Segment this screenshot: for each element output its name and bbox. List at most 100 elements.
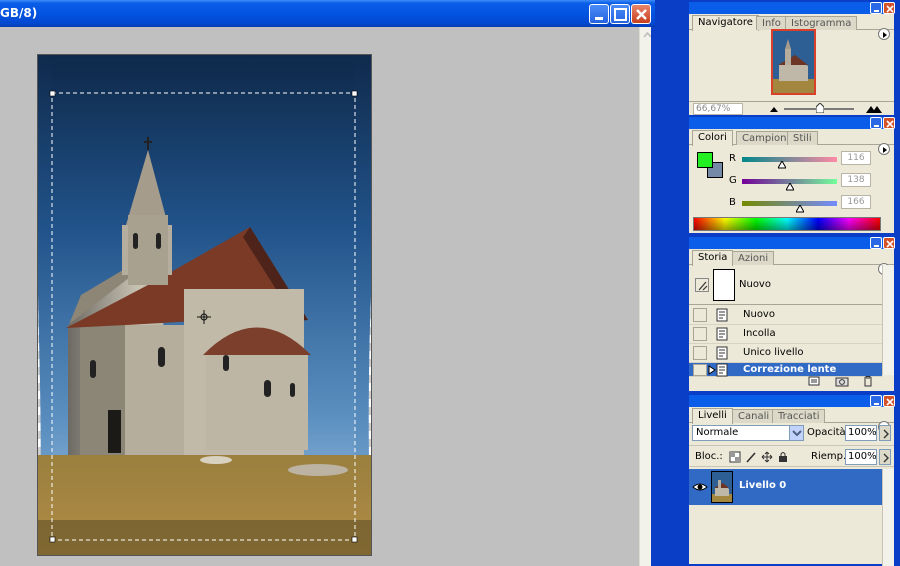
close-icon [636, 9, 647, 20]
palette-titlebar[interactable] [689, 237, 895, 249]
blue-slider-track[interactable] [742, 201, 837, 206]
zoom-field[interactable]: 66,67% [693, 103, 743, 115]
green-slider-thumb[interactable] [786, 183, 794, 191]
photo-canvas[interactable] [37, 54, 372, 556]
tab-info[interactable]: Info [756, 16, 787, 30]
tab-navigatore[interactable]: Navigatore [692, 15, 759, 31]
layer-name: Livello 0 [739, 480, 787, 491]
history-item[interactable]: Unico livello [689, 344, 882, 363]
chevron-down-icon[interactable] [789, 426, 803, 440]
history-state-icon [716, 308, 728, 322]
blend-mode-select[interactable]: Normale [692, 425, 804, 441]
minimize-icon [595, 17, 603, 20]
history-snapshot[interactable]: Nuovo [689, 265, 882, 305]
foreground-color-swatch[interactable] [697, 152, 713, 168]
document-titlebar[interactable]: GB/8) [0, 0, 655, 27]
new-snapshot-icon[interactable] [835, 375, 849, 387]
palette-minimize-button[interactable] [870, 117, 882, 129]
red-slider-track[interactable] [742, 157, 837, 162]
layer-row[interactable]: Livello 0 [689, 469, 882, 505]
church-photo [38, 55, 371, 555]
zoom-slider-handle[interactable] [816, 103, 824, 113]
red-channel-row: R 116 [689, 151, 894, 169]
channel-label: B [729, 197, 736, 208]
tab-colori[interactable]: Colori [692, 130, 733, 146]
history-palette: Storia Azioni Nuovo Nuovo Incolla Unico … [687, 235, 896, 393]
tab-storia[interactable]: Storia [692, 250, 734, 266]
red-value-field[interactable]: 116 [841, 151, 871, 165]
history-item[interactable]: Nuovo [689, 306, 882, 325]
navigator-bottom-bar: 66,67% [689, 101, 894, 115]
triangle-right-icon [883, 32, 887, 38]
channel-label: R [729, 153, 736, 164]
history-item-label: Unico livello [743, 347, 804, 358]
palette-minimize-button[interactable] [870, 237, 882, 249]
lock-pixels-brush-icon[interactable] [745, 451, 757, 463]
layers-tabs: Livelli Canali Tracciati [689, 407, 894, 433]
blue-slider-thumb[interactable] [796, 205, 804, 213]
navigator-tabs: Navigatore Info Istogramma [689, 14, 894, 40]
navigator-thumbnail[interactable] [771, 29, 816, 95]
palette-titlebar[interactable] [689, 395, 895, 407]
document-title: GB/8) [0, 6, 38, 20]
opacity-input[interactable]: 100% [845, 425, 877, 441]
tab-livelli[interactable]: Livelli [692, 408, 733, 424]
green-value-field[interactable]: 138 [841, 173, 871, 187]
history-source-box[interactable] [693, 346, 707, 360]
blend-mode-value: Normale [696, 427, 739, 438]
color-tabs: Colori Campioni Stili [689, 129, 894, 155]
fill-input[interactable]: 100% [845, 449, 877, 465]
palette-titlebar[interactable] [689, 117, 895, 129]
history-source-box[interactable] [693, 327, 707, 341]
palette-close-button[interactable] [883, 117, 895, 129]
tab-istogramma[interactable]: Istogramma [785, 16, 858, 30]
zoom-out-icon[interactable] [769, 104, 779, 114]
palette-minimize-button[interactable] [870, 2, 882, 14]
history-source-box[interactable] [693, 308, 707, 322]
snapshot-label: Nuovo [739, 279, 771, 290]
layers-palette: Livelli Canali Tracciati Normale Opacità… [687, 393, 896, 566]
zoom-in-icon[interactable] [865, 104, 883, 114]
new-document-from-state-icon[interactable] [807, 375, 821, 387]
navigator-thumbnail-image [773, 31, 814, 93]
canvas-area[interactable] [0, 27, 639, 566]
history-item-label: Incolla [743, 328, 776, 339]
history-scrollbar[interactable] [882, 265, 894, 375]
maximize-button[interactable] [610, 4, 630, 24]
palette-close-button[interactable] [883, 2, 895, 14]
fill-slider-arrow-icon[interactable] [879, 449, 891, 465]
red-slider-thumb[interactable] [778, 161, 786, 169]
eye-icon[interactable] [692, 479, 708, 495]
trash-icon[interactable] [861, 375, 875, 387]
channel-label: G [729, 175, 737, 186]
palettes-column: Navigatore Info Istogramma 66,67% Colori… [687, 0, 900, 566]
document-window: GB/8) [0, 0, 655, 566]
tab-canali[interactable]: Canali [732, 409, 776, 423]
history-tabs: Storia Azioni [689, 249, 894, 275]
minimize-button[interactable] [589, 4, 609, 24]
opacity-slider-arrow-icon[interactable] [879, 425, 891, 441]
opacity-label: Opacità: [807, 427, 850, 438]
color-ramp[interactable] [693, 217, 881, 231]
palette-titlebar[interactable] [689, 2, 895, 14]
close-button[interactable] [631, 4, 651, 24]
tab-stili[interactable]: Stili [787, 131, 818, 145]
history-item-label: Nuovo [743, 309, 775, 320]
palette-close-button[interactable] [883, 395, 895, 407]
tab-azioni[interactable]: Azioni [732, 251, 775, 265]
blue-value-field[interactable]: 166 [841, 195, 871, 209]
layer-thumbnail-image [712, 472, 732, 502]
palette-menu-button[interactable] [878, 28, 890, 40]
lock-transparency-icon[interactable] [729, 451, 741, 463]
history-toolbar [689, 375, 894, 387]
lock-all-icon[interactable] [777, 451, 789, 463]
tab-tracciati[interactable]: Tracciati [772, 409, 826, 423]
history-item[interactable]: Incolla [689, 325, 882, 344]
layers-scrollbar[interactable] [882, 469, 894, 566]
snapshot-thumbnail [713, 269, 735, 301]
brush-source-icon[interactable] [695, 278, 709, 292]
palette-minimize-button[interactable] [870, 395, 882, 407]
palette-close-button[interactable] [883, 237, 895, 249]
lock-position-move-icon[interactable] [761, 451, 773, 463]
history-state-icon [716, 346, 728, 360]
